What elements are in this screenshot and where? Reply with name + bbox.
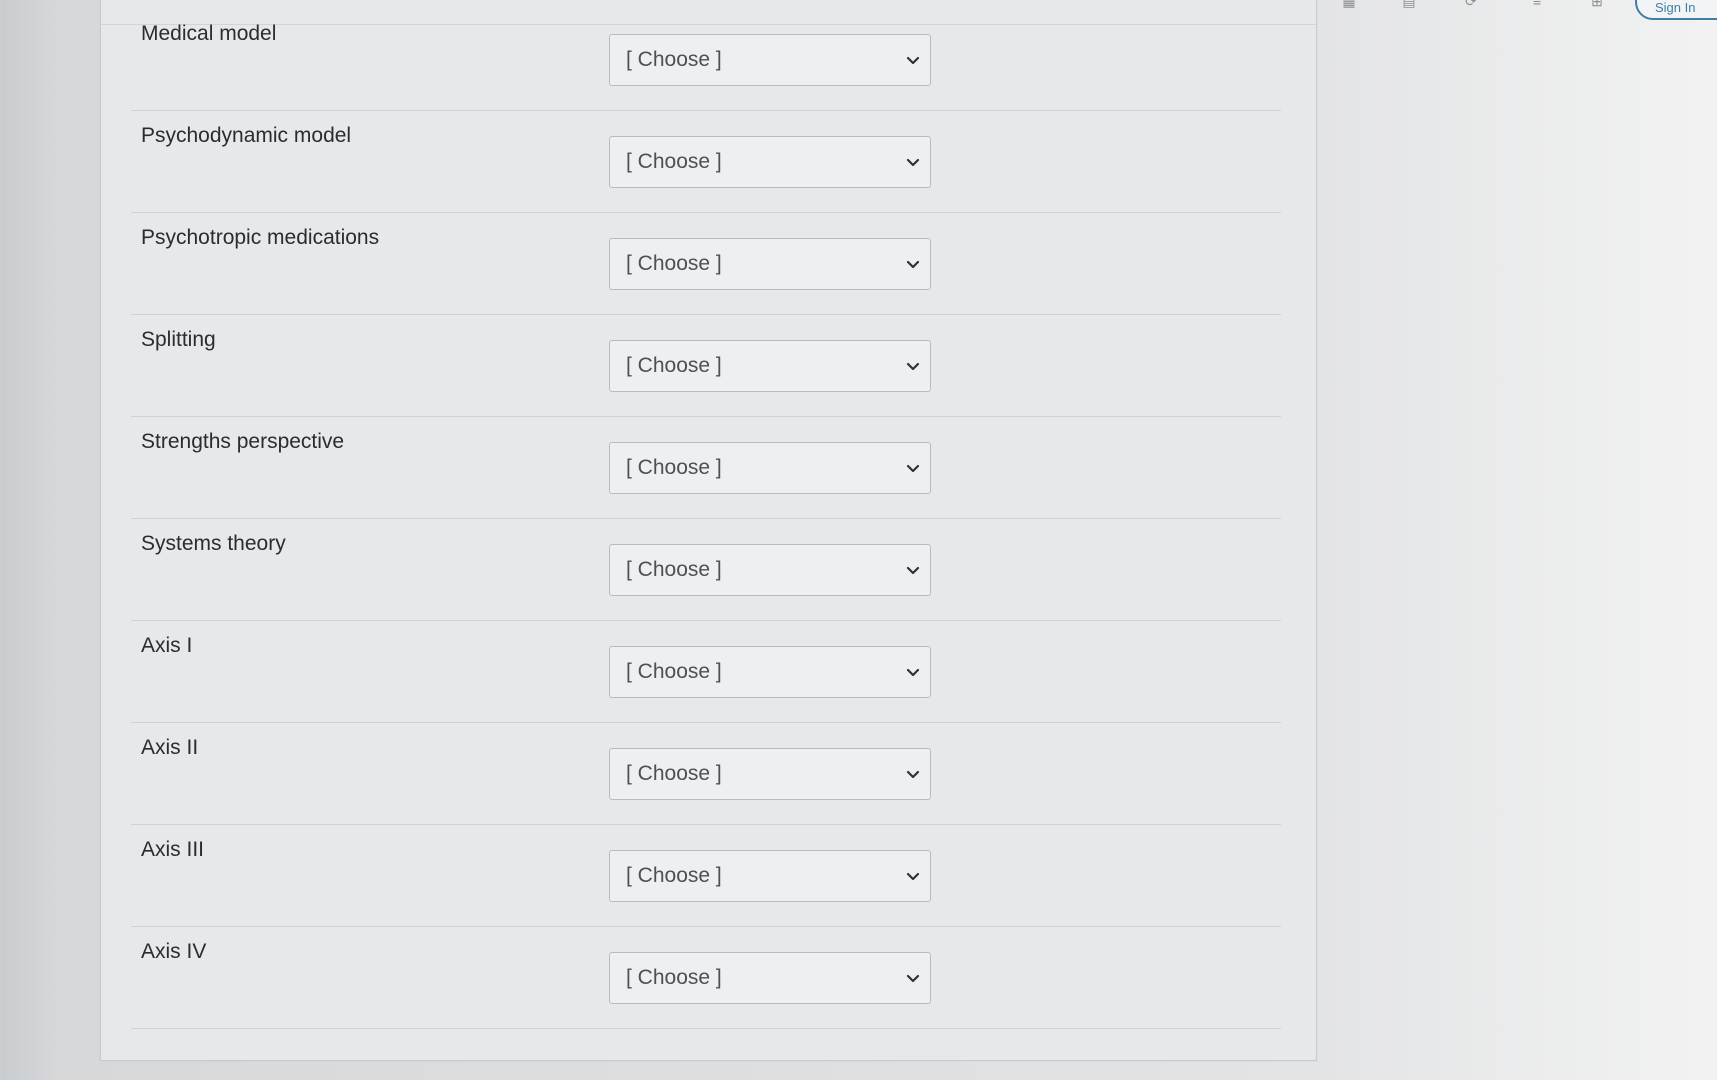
match-row: Medical model [ Choose ] [131, 8, 1281, 111]
answer-select[interactable]: [ Choose ] [609, 136, 931, 188]
chevron-down-icon [906, 668, 920, 677]
answer-select-value: [ Choose ] [626, 762, 722, 785]
match-row: Psychodynamic model [ Choose ] [131, 110, 1281, 213]
match-term-label: Strengths perspective [141, 430, 345, 453]
match-row: Systems theory [ Choose ] [131, 518, 1281, 621]
add-icon[interactable]: ⊞ [1588, 0, 1606, 8]
chevron-down-icon [906, 56, 920, 65]
chevron-down-icon [906, 566, 920, 575]
sign-in-label: Sign In [1655, 0, 1696, 15]
chevron-down-icon [906, 974, 920, 983]
answer-select[interactable]: [ Choose ] [609, 442, 931, 494]
chevron-down-icon [906, 770, 920, 779]
match-row: Psychotropic medications [ Choose ] [131, 212, 1281, 315]
match-row: Strengths perspective [ Choose ] [131, 416, 1281, 519]
grid-icon[interactable]: ▦ [1340, 0, 1358, 8]
match-term-label: Psychotropic medications [141, 226, 380, 249]
matching-question-panel: Medical model[ Choose ] Psychodynamic mod… [100, 0, 1317, 1061]
answer-select[interactable]: [ Choose ] [609, 34, 931, 86]
list-icon[interactable]: ≡ [1528, 0, 1546, 8]
answer-select-value: [ Choose ] [626, 150, 722, 173]
answer-select-value: [ Choose ] [626, 456, 722, 479]
match-term-label: Axis I [141, 634, 193, 657]
calculator-icon[interactable]: ▤ [1400, 0, 1418, 8]
match-term-label: Axis II [141, 736, 199, 759]
match-term-label: Splitting [141, 328, 216, 351]
answer-select-value: [ Choose ] [626, 660, 722, 683]
match-row: Splitting [ Choose ] [131, 314, 1281, 417]
match-term-label: Axis IV [141, 940, 207, 963]
match-term-label: Medical model [141, 22, 277, 45]
answer-select[interactable]: [ Choose ] [609, 952, 931, 1004]
answer-select[interactable]: [ Choose ] [609, 544, 931, 596]
answer-select[interactable]: [ Choose ] [609, 646, 931, 698]
chevron-down-icon [906, 464, 920, 473]
match-row: Axis III [ Choose ] [131, 824, 1281, 927]
match-row: Axis I [ Choose ] [131, 620, 1281, 723]
answer-select[interactable]: [ Choose ] [609, 850, 931, 902]
chevron-down-icon [906, 158, 920, 167]
sign-in-button[interactable]: Sign In [1635, 0, 1717, 20]
chevron-down-icon [906, 260, 920, 269]
match-term-label: Systems theory [141, 532, 286, 555]
answer-select-value: [ Choose ] [626, 48, 722, 71]
sync-icon[interactable]: ⟳ [1462, 0, 1480, 8]
match-row: Axis IV [ Choose ] [131, 926, 1281, 1029]
match-row: Axis II [ Choose ] [131, 722, 1281, 825]
answer-select-value: [ Choose ] [626, 354, 722, 377]
chevron-down-icon [906, 362, 920, 371]
match-term-label: Psychodynamic model [141, 124, 352, 147]
match-term-label: Axis III [141, 838, 205, 861]
answer-select-value: [ Choose ] [626, 252, 722, 275]
answer-select-value: [ Choose ] [626, 966, 722, 989]
answer-select[interactable]: [ Choose ] [609, 238, 931, 290]
chevron-down-icon [906, 872, 920, 881]
answer-select-value: [ Choose ] [626, 864, 722, 887]
answer-select[interactable]: [ Choose ] [609, 340, 931, 392]
answer-select-value: [ Choose ] [626, 558, 722, 581]
answer-select[interactable]: [ Choose ] [609, 748, 931, 800]
